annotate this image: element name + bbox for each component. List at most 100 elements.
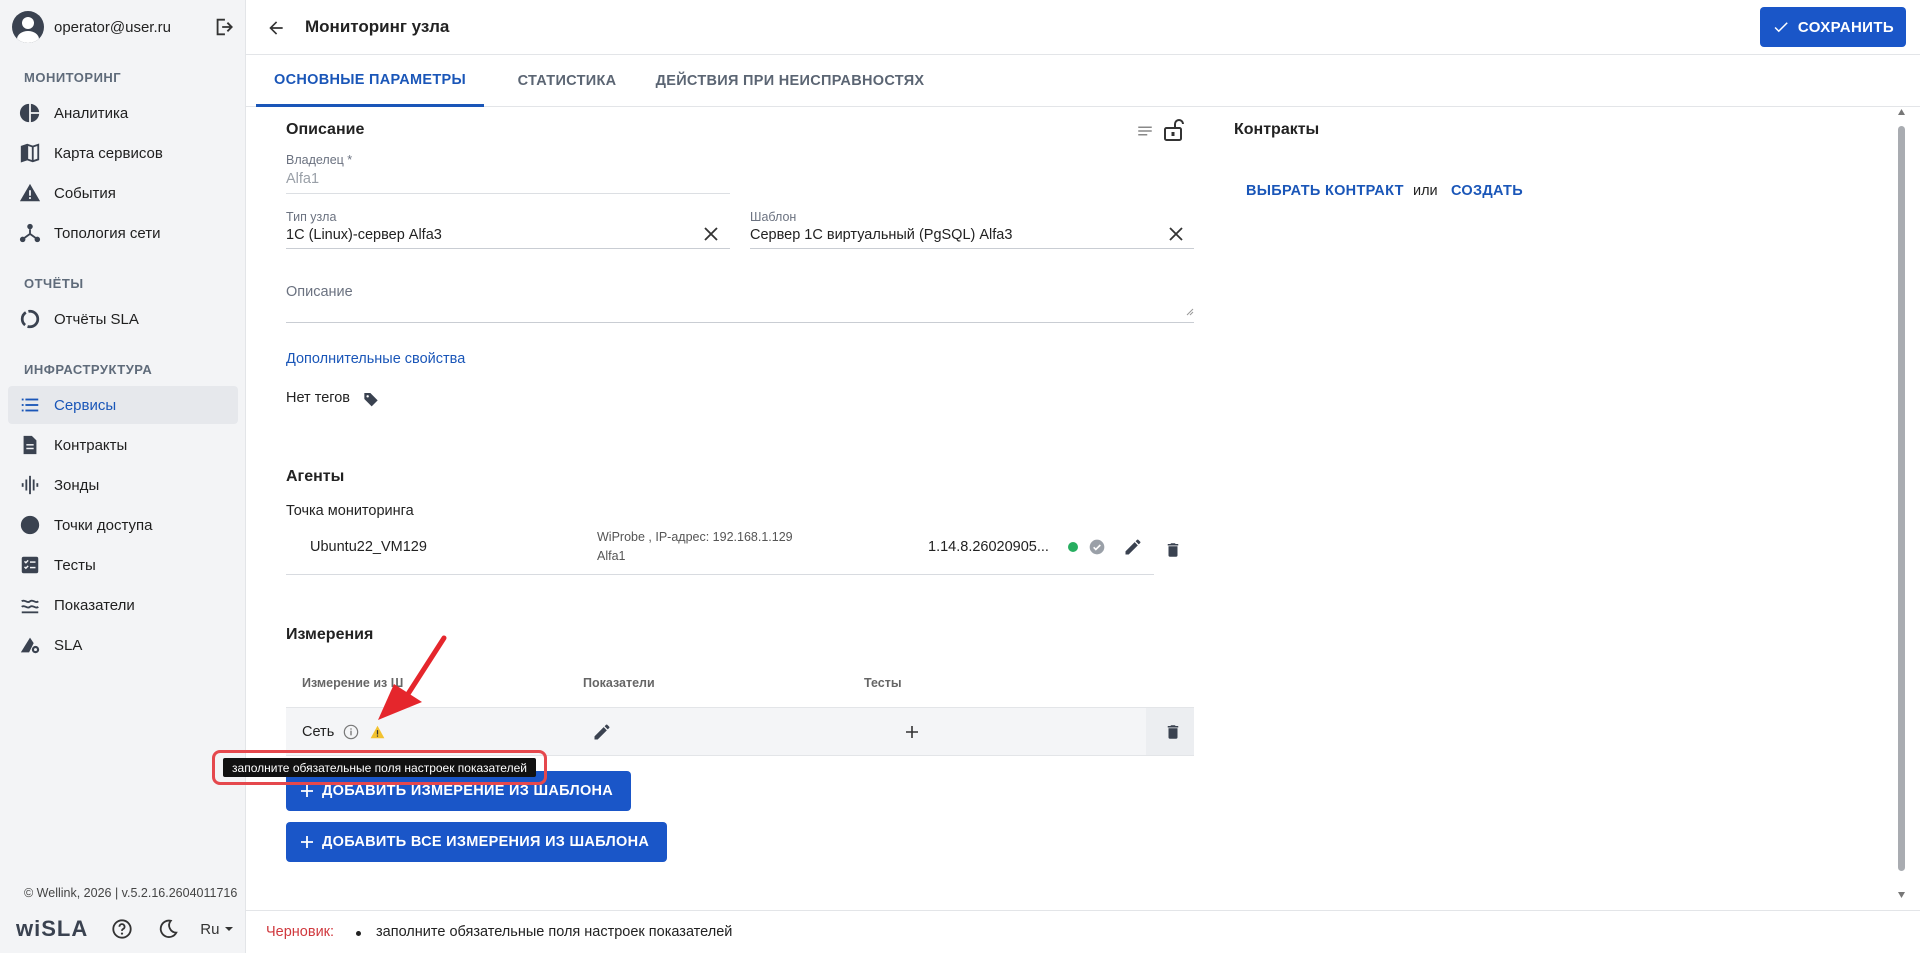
draft-label: Черновик: bbox=[266, 924, 335, 940]
scroll-up-icon[interactable] bbox=[1897, 108, 1906, 116]
user-row: operator@user.ru bbox=[12, 10, 236, 44]
sidebar-item-label: Контракты bbox=[54, 436, 128, 454]
chevron-down-icon bbox=[225, 927, 234, 931]
sidebar-item-label: Отчёты SLA bbox=[54, 310, 139, 328]
sidebar-item-access-points[interactable]: Точки доступа bbox=[8, 506, 238, 544]
save-button-label: СОХРАНИТЬ bbox=[1797, 18, 1895, 36]
help-icon[interactable] bbox=[110, 917, 134, 941]
description-textarea[interactable]: Описание bbox=[286, 284, 353, 300]
delete-measurement-icon[interactable] bbox=[1162, 721, 1184, 743]
agents-section-title: Агенты bbox=[286, 468, 345, 485]
header: Мониторинг узла СОХРАНИТЬ bbox=[246, 0, 1920, 55]
col-indicators: Показатели bbox=[583, 676, 655, 690]
sidebar-item-label: Точки доступа bbox=[54, 516, 153, 534]
measurement-name: Сеть bbox=[302, 724, 335, 740]
sidebar-item-analytics[interactable]: Аналитика bbox=[8, 94, 238, 132]
sidebar-item-label: Аналитика bbox=[54, 104, 129, 122]
topology-icon bbox=[18, 221, 42, 245]
extra-properties-link[interactable]: Дополнительные свойства bbox=[286, 351, 465, 367]
info-icon[interactable] bbox=[342, 723, 360, 741]
probe-waveform-icon bbox=[18, 473, 42, 497]
map-icon bbox=[18, 141, 42, 165]
avatar-icon[interactable] bbox=[12, 11, 44, 43]
template-underline bbox=[750, 248, 1194, 249]
list-icon bbox=[18, 393, 42, 417]
section-reports: ОТЧЁТЫ bbox=[24, 276, 84, 291]
moon-icon[interactable] bbox=[156, 917, 180, 941]
owner-field-underline bbox=[286, 193, 730, 194]
tab-statistics[interactable]: СТАТИСТИКА bbox=[502, 55, 632, 107]
sidebar-item-probes[interactable]: Зонды bbox=[8, 466, 238, 504]
sidebar-item-service-map[interactable]: Карта сервисов bbox=[8, 134, 238, 172]
add-measurement-label: ДОБАВИТЬ ИЗМЕРЕНИЕ ИЗ ШАБЛОНА bbox=[322, 783, 614, 799]
save-button[interactable]: СОХРАНИТЬ bbox=[1760, 7, 1906, 47]
sidebar-item-label: Тесты bbox=[54, 556, 96, 574]
clear-template-icon[interactable] bbox=[1166, 224, 1186, 244]
clear-node-type-icon[interactable] bbox=[701, 224, 721, 244]
language-select[interactable]: Ru bbox=[200, 921, 235, 938]
sidebar-item-tests[interactable]: Тесты bbox=[8, 546, 238, 584]
sidebar-item-sla[interactable]: SLA bbox=[8, 626, 238, 664]
plus-icon bbox=[301, 785, 313, 797]
scroll-thumb[interactable] bbox=[1898, 126, 1905, 871]
sidebar-item-label: События bbox=[54, 184, 116, 202]
or-text: или bbox=[1413, 183, 1438, 199]
tab-main-params[interactable]: ОСНОВНЫЕ ПАРАМЕТРЫ bbox=[256, 55, 484, 107]
unlock-icon[interactable] bbox=[1160, 117, 1186, 143]
tab-fault-actions[interactable]: ДЕЙСТВИЯ ПРИ НЕИСПРАВНОСТЯХ bbox=[650, 55, 930, 107]
description-section-title: Описание bbox=[286, 121, 365, 138]
user-email: operator@user.ru bbox=[54, 18, 171, 36]
sidebar-item-label: Топология сети bbox=[54, 224, 161, 242]
edit-agent-icon[interactable] bbox=[1121, 535, 1145, 559]
scroll-down-icon[interactable] bbox=[1897, 891, 1906, 899]
agent-name: Ubuntu22_VM129 bbox=[310, 539, 427, 555]
sla-gear-icon bbox=[18, 633, 42, 657]
node-type-field[interactable]: 1С (Linux)-сервер Alfa3 bbox=[286, 227, 442, 243]
indicators-icon bbox=[18, 593, 42, 617]
back-arrow-icon[interactable] bbox=[262, 14, 290, 42]
warning-icon[interactable] bbox=[368, 723, 386, 741]
edit-indicators-icon[interactable] bbox=[590, 720, 614, 744]
delete-agent-icon[interactable] bbox=[1162, 539, 1184, 561]
template-field[interactable]: Сервер 1С виртуальный (PgSQL) Alfa3 bbox=[750, 227, 1012, 243]
brand-prefix: wi bbox=[16, 916, 42, 941]
sidebar-item-events[interactable]: События bbox=[8, 174, 238, 212]
pie-chart-icon bbox=[18, 101, 42, 125]
create-contract-link[interactable]: СОЗДАТЬ bbox=[1451, 183, 1523, 199]
lines-icon[interactable] bbox=[1134, 120, 1156, 142]
agent-info-line2: Alfa1 bbox=[597, 549, 626, 563]
measurements-section-title: Измерения bbox=[286, 626, 374, 643]
sidebar-item-topology[interactable]: Топология сети bbox=[8, 214, 238, 252]
copyright: © Wellink, 2026 | v.5.2.16.2604011716 bbox=[24, 886, 238, 900]
vertical-scrollbar[interactable] bbox=[1894, 108, 1908, 903]
resize-handle-icon[interactable] bbox=[1184, 306, 1194, 316]
sidebar-item-services[interactable]: Сервисы bbox=[8, 386, 238, 424]
owner-value: Alfa1 bbox=[286, 171, 320, 187]
agent-info-line1: WiProbe , IP-адрес: 192.168.1.129 bbox=[597, 530, 793, 544]
circle-icon bbox=[18, 513, 42, 537]
choose-contract-link[interactable]: ВЫБРАТЬ КОНТРАКТ bbox=[1246, 183, 1404, 199]
sidebar-item-contracts[interactable]: Контракты bbox=[8, 426, 238, 464]
add-all-measurements-button[interactable]: ДОБАВИТЬ ВСЕ ИЗМЕРЕНИЯ ИЗ ШАБЛОНА bbox=[286, 822, 668, 862]
warning-tooltip: заполните обязательные поля настроек пок… bbox=[223, 758, 536, 777]
node-type-label: Тип узла bbox=[286, 210, 337, 224]
plus-icon bbox=[301, 836, 313, 848]
sidebar-item-label: SLA bbox=[54, 636, 83, 654]
tag-icon[interactable] bbox=[362, 390, 380, 408]
contracts-section-title: Контракты bbox=[1234, 121, 1320, 138]
add-test-icon[interactable] bbox=[904, 724, 920, 740]
sidebar-item-label: Зонды bbox=[54, 476, 100, 494]
annotation-arrow-icon bbox=[378, 635, 447, 720]
verified-check-icon bbox=[1088, 538, 1106, 556]
agent-row-divider bbox=[286, 574, 1154, 575]
language-value: Ru bbox=[200, 920, 220, 938]
status-online-dot-icon bbox=[1068, 542, 1078, 552]
section-monitoring: МОНИТОРИНГ bbox=[24, 70, 122, 85]
add-all-measurements-label: ДОБАВИТЬ ВСЕ ИЗМЕРЕНИЯ ИЗ ШАБЛОНА bbox=[322, 834, 650, 850]
sidebar-item-indicators[interactable]: Показатели bbox=[8, 586, 238, 624]
agent-version: 1.14.8.26020905... bbox=[928, 539, 1049, 555]
logout-icon[interactable] bbox=[212, 15, 236, 39]
sidebar-item-sla-reports[interactable]: Отчёты SLA bbox=[8, 300, 238, 338]
node-type-underline bbox=[286, 248, 730, 249]
description-underline bbox=[286, 322, 1194, 323]
